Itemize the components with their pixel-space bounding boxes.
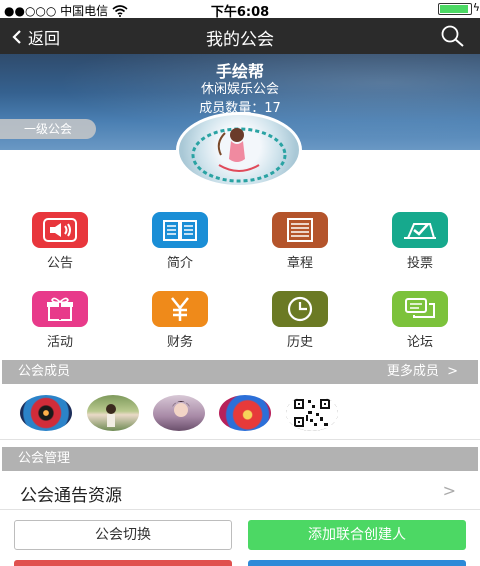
clock-icon <box>272 291 328 327</box>
more-members-link[interactable]: 更多成员 > <box>387 360 458 384</box>
section-title: 公会管理 <box>18 451 71 466</box>
feature-history[interactable]: 历史 <box>255 291 345 350</box>
feature-label: 论坛 <box>406 335 433 350</box>
divider <box>0 509 480 510</box>
charging-icon: ϟ <box>472 1 480 14</box>
feature-label: 公告 <box>46 256 73 271</box>
yen-icon <box>152 291 208 327</box>
management-section-header: 公会管理 <box>2 447 478 471</box>
chat-icon <box>392 291 448 327</box>
status-bar: ●●○○○ 中国电信 下午6:08 ϟ <box>0 0 480 20</box>
feature-label: 财务 <box>166 335 193 350</box>
book-icon <box>152 212 208 248</box>
gift-icon <box>32 291 88 327</box>
feature-activity[interactable]: 活动 <box>15 291 105 350</box>
guild-notice-resources-link[interactable]: 公会通告资源 > <box>0 473 480 509</box>
feature-label: 章程 <box>286 256 313 271</box>
members-section-header: 公会成员 更多成员 > <box>2 360 478 384</box>
partial-button[interactable] <box>248 560 466 566</box>
guild-level-badge: 一级公会 <box>0 119 96 139</box>
feature-announcement[interactable]: 公告 <box>15 212 105 271</box>
feature-forum[interactable]: 论坛 <box>375 291 465 350</box>
row-link-label: 公会通告资源 <box>20 486 122 506</box>
guild-type: 休闲娱乐公会 <box>200 82 279 97</box>
feature-label: 简介 <box>166 256 193 271</box>
feature-charter[interactable]: 章程 <box>255 212 345 271</box>
list-icon <box>272 212 328 248</box>
more-members-label: 更多成员 <box>386 364 439 379</box>
member-count-value: 17 <box>264 101 281 116</box>
vote-icon <box>392 212 448 248</box>
member-avatar[interactable] <box>153 395 205 431</box>
feature-label: 历史 <box>286 335 313 350</box>
member-avatar[interactable] <box>286 395 338 431</box>
guild-avatar[interactable] <box>176 112 302 188</box>
switch-guild-button[interactable]: 公会切换 <box>14 520 232 550</box>
battery-icon <box>438 3 472 15</box>
feature-intro[interactable]: 简介 <box>135 212 225 271</box>
feature-vote[interactable]: 投票 <box>375 212 465 271</box>
search-icon[interactable] <box>440 24 466 48</box>
add-founder-button[interactable]: 添加联合创建人 <box>248 520 466 550</box>
chevron-right-icon: > <box>442 481 456 500</box>
page-title: 我的公会 <box>206 30 274 50</box>
member-avatar[interactable] <box>87 395 139 431</box>
partial-button[interactable] <box>14 560 232 566</box>
chevron-right-icon: > <box>442 364 458 379</box>
feature-finance[interactable]: 财务 <box>135 291 225 350</box>
member-avatar[interactable] <box>20 395 72 431</box>
feature-label: 投票 <box>406 256 433 271</box>
feature-label: 活动 <box>46 335 73 350</box>
nav-bar: 返回 我的公会 <box>0 18 480 54</box>
member-avatar[interactable] <box>219 395 271 431</box>
divider <box>0 439 480 440</box>
speaker-icon <box>32 212 88 248</box>
section-title: 公会成员 <box>18 364 71 379</box>
